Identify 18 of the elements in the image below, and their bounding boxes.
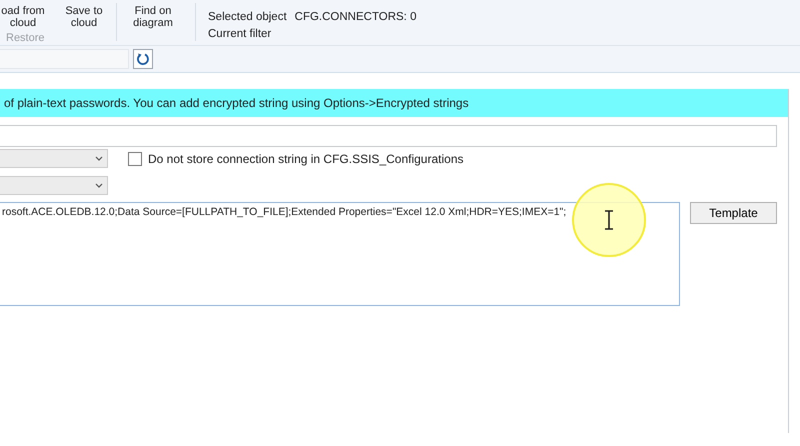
text-cursor-icon (604, 210, 614, 230)
chevron-down-icon (95, 156, 103, 161)
save-to-cloud-button[interactable]: Save to cloud (60, 5, 108, 29)
checkbox-label: Do not store connection string in CFG.SSIS_Configurations (148, 152, 464, 166)
load-from-cloud-button[interactable]: oad from cloud (0, 5, 46, 29)
find-on-diagram-button[interactable]: Find on diagram (125, 5, 181, 29)
info-label: Current filter (208, 28, 272, 40)
checkbox[interactable] (128, 152, 142, 166)
refresh-icon (136, 52, 150, 66)
dropdown[interactable] (0, 176, 108, 195)
info-label: Selected object (208, 11, 287, 23)
info-value: CFG.CONNECTORS: 0 (294, 11, 416, 23)
info-banner: of plain-text passwords. You can add encrypted string using Options->Encrypted strings (0, 89, 788, 117)
template-button[interactable]: Template (690, 202, 777, 224)
chevron-down-icon (95, 183, 103, 188)
dropdown[interactable] (0, 149, 108, 168)
text-input-field[interactable] (0, 125, 777, 147)
refresh-button[interactable] (133, 49, 153, 69)
